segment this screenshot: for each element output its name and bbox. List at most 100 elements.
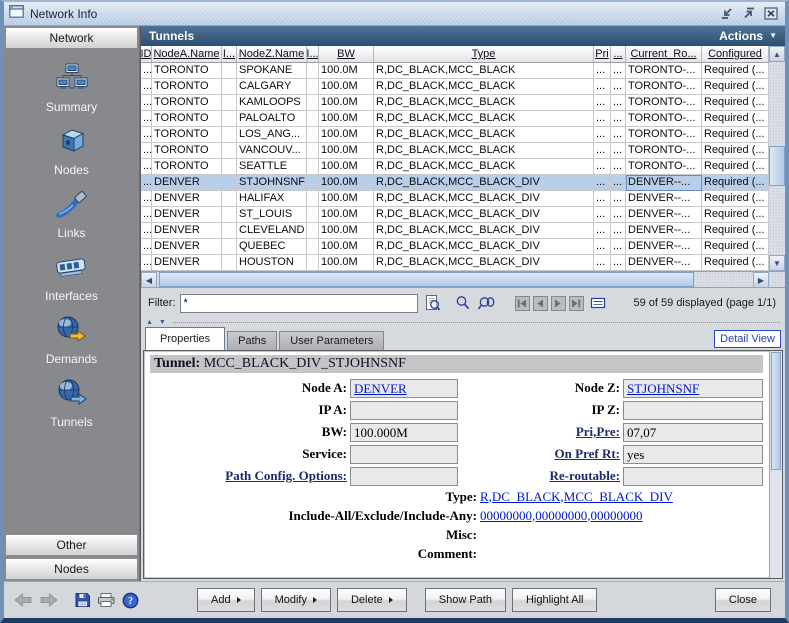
field-label-on-pref-rt[interactable]: On Pref Rt: [458, 446, 623, 462]
tab-user-parameters[interactable]: User Parameters [279, 331, 384, 350]
table-view-icon[interactable] [590, 296, 606, 310]
column-header-i-2[interactable]: I... [222, 46, 237, 62]
field-label-path-config-options[interactable]: Path Config. Options: [150, 468, 350, 484]
close-button[interactable]: Close [715, 588, 771, 612]
sidebar-item-demands[interactable]: Demands [46, 315, 97, 366]
table-row[interactable]: ...DENVERSTJOHNSNF100.0MR,DC_BLACK,MCC_B… [141, 175, 769, 191]
field-value-node-a: DENVER [350, 379, 458, 398]
sidebar-item-links[interactable]: Links [55, 189, 89, 240]
table-row[interactable]: ...TORONTOPALOALTO100.0MR,DC_BLACK,MCC_B… [141, 111, 769, 127]
delete-button[interactable]: Delete [337, 588, 407, 612]
field-value-bw: 100.000M [350, 423, 458, 442]
table-row[interactable]: ...DENVERHALIFAX100.0MR,DC_BLACK,MCC_BLA… [141, 191, 769, 207]
restore-icon[interactable] [718, 6, 736, 22]
sidebar-item-interfaces[interactable]: Interfaces [45, 252, 98, 303]
table-row[interactable]: ...TORONTOSEATTLE100.0MR,DC_BLACK,MCC_BL… [141, 159, 769, 175]
table-cell [307, 95, 319, 111]
table-row[interactable]: ...TORONTOCALGARY100.0MR,DC_BLACK,MCC_BL… [141, 79, 769, 95]
add-button[interactable]: Add [197, 588, 255, 612]
save-icon[interactable] [74, 592, 91, 608]
horizontal-scrollbar[interactable]: ◀ ▶ [141, 271, 785, 287]
field-label-pri-pre[interactable]: Pri,Pre: [458, 424, 623, 440]
help-icon[interactable]: ? [122, 592, 139, 609]
field-value-include-all-exclude-include-any[interactable]: 00000000,00000000,00000000 [480, 508, 643, 524]
forward-icon[interactable] [39, 593, 58, 607]
column-header-nodea-name-1[interactable]: NodeA.Name [152, 46, 222, 62]
table-cell: ... [594, 79, 611, 95]
table-row[interactable]: ...DENVERQUEBEC100.0MR,DC_BLACK,MCC_BLAC… [141, 239, 769, 255]
column-header-id-0[interactable]: ID [141, 46, 152, 62]
table-row[interactable]: ...TORONTOVANCOUV...100.0MR,DC_BLACK,MCC… [141, 143, 769, 159]
column-header-pri-7[interactable]: Pri [594, 46, 611, 62]
splitter[interactable]: ▲ ▼ [141, 318, 785, 327]
search-icon[interactable] [455, 295, 471, 311]
table-row[interactable]: ...TORONTOLOS_ANG...100.0MR,DC_BLACK,MCC… [141, 127, 769, 143]
vertical-scroll-thumb[interactable] [769, 146, 785, 186]
table-cell: 100.0M [319, 111, 374, 127]
close-icon[interactable] [762, 6, 780, 22]
table-row[interactable]: ...DENVERHOUSTON100.0MR,DC_BLACK,MCC_BLA… [141, 255, 769, 271]
next-page-button[interactable] [551, 296, 566, 311]
column-header-i-4[interactable]: I... [307, 46, 319, 62]
table-header-row: IDNodeA.NameI...NodeZ.NameI...BWTypePri.… [141, 46, 769, 63]
actions-menu[interactable]: Actions ▼ [719, 29, 777, 43]
properties-scrollbar[interactable] [769, 351, 782, 578]
sidebar-item-tunnels[interactable]: Tunnels [50, 378, 92, 429]
splitter-collapse-icons[interactable]: ▲ ▼ [146, 319, 168, 326]
search-plus-icon[interactable] [477, 295, 497, 311]
nodes-button[interactable]: Nodes [5, 558, 138, 580]
table-row[interactable]: ...TORONTOSPOKANE100.0MR,DC_BLACK,MCC_BL… [141, 63, 769, 79]
previous-page-button[interactable] [533, 296, 548, 311]
table-cell: 100.0M [319, 239, 374, 255]
tunnel-label: Tunnel: [154, 356, 200, 371]
highlight-all-button[interactable]: Highlight All [512, 588, 597, 612]
table-cell: ... [611, 223, 626, 239]
field-label-misc: Misc: [150, 527, 480, 543]
column-header-type-6[interactable]: Type [374, 46, 594, 62]
table-cell: ... [594, 111, 611, 127]
scroll-right-icon[interactable]: ▶ [753, 272, 769, 288]
vertical-scrollbar[interactable]: ▲ ▼ [769, 46, 785, 271]
modify-button[interactable]: Modify [261, 588, 331, 612]
network-button[interactable]: Network [5, 27, 138, 49]
actions-label: Actions [719, 29, 763, 43]
filter-input[interactable] [180, 294, 418, 313]
field-label-re-routable[interactable]: Re-routable: [458, 468, 623, 484]
column-header-blank-8[interactable]: ... [611, 46, 626, 62]
table-cell [222, 127, 237, 143]
title-bar[interactable]: Network Info [4, 2, 785, 26]
table-row[interactable]: ...DENVERST_LOUIS100.0MR,DC_BLACK,MCC_BL… [141, 207, 769, 223]
table-cell: Required (... [702, 127, 769, 143]
column-header-configured-10[interactable]: Configured [702, 46, 769, 62]
form-row: BW:100.000MPri,Pre:07,07 [150, 421, 763, 443]
table-cell [222, 63, 237, 79]
show-path-button[interactable]: Show Path [425, 588, 506, 612]
first-page-button[interactable] [515, 296, 530, 311]
maximize-icon[interactable] [740, 6, 758, 22]
column-header-current-ro-9[interactable]: Current_Ro... [626, 46, 702, 62]
column-header-bw-5[interactable]: BW [319, 46, 374, 62]
print-icon[interactable] [97, 592, 116, 608]
scroll-up-icon[interactable]: ▲ [769, 46, 785, 62]
scroll-left-icon[interactable]: ◀ [141, 272, 157, 288]
last-page-button[interactable] [569, 296, 584, 311]
horizontal-scroll-thumb[interactable] [159, 272, 694, 287]
scroll-down-icon[interactable]: ▼ [769, 255, 785, 271]
table-cell: TORONTO-... [626, 127, 702, 143]
other-button[interactable]: Other [5, 534, 138, 556]
table-row[interactable]: ...DENVERCLEVELAND100.0MR,DC_BLACK,MCC_B… [141, 223, 769, 239]
detail-view-button[interactable]: Detail View [714, 330, 781, 348]
sidebar-item-nodes[interactable]: Nodes [54, 126, 89, 177]
field-value-type[interactable]: R,DC_BLACK,MCC_BLACK_DIV [480, 489, 673, 505]
table-cell: 100.0M [319, 127, 374, 143]
sidebar-item-summary[interactable]: Summary [46, 63, 97, 114]
column-header-nodez-name-3[interactable]: NodeZ.Name [237, 46, 307, 62]
back-icon[interactable] [14, 593, 33, 607]
table-row[interactable]: ...TORONTOKAMLOOPS100.0MR,DC_BLACK,MCC_B… [141, 95, 769, 111]
tab-properties[interactable]: Properties [145, 327, 225, 350]
tab-paths[interactable]: Paths [227, 331, 277, 350]
horizontal-scroll-track[interactable] [157, 272, 753, 287]
properties-scroll-thumb[interactable] [771, 352, 781, 470]
table-cell: R,DC_BLACK,MCC_BLACK [374, 79, 594, 95]
report-icon[interactable] [424, 294, 441, 312]
